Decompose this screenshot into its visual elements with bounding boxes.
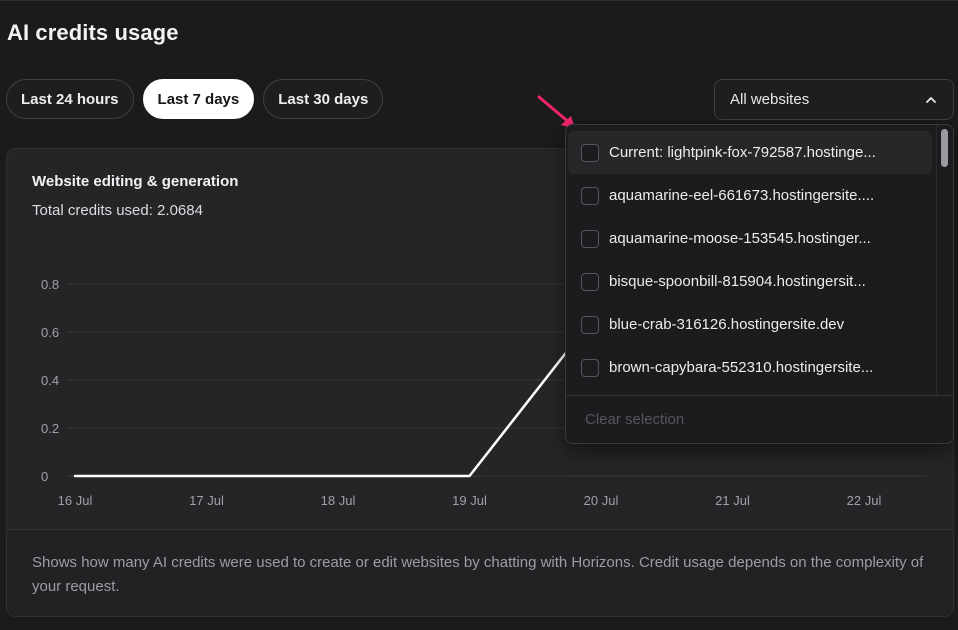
x-tick-label: 17 Jul: [189, 493, 224, 508]
website-option-label: Current: lightpink-fox-792587.hostinge..…: [609, 144, 876, 161]
website-select[interactable]: All websites: [714, 79, 954, 120]
website-option-label: blue-crab-316126.hostingersite.dev: [609, 316, 845, 333]
website-list: Current: lightpink-fox-792587.hostinge..…: [566, 125, 934, 395]
checkbox[interactable]: [581, 358, 599, 377]
x-tick-label: 19 Jul: [452, 493, 487, 508]
period-30d-button[interactable]: Last 30 days: [263, 79, 384, 119]
x-tick-label: 22 Jul: [847, 493, 882, 508]
website-option-label: bisque-spoonbill-815904.hostingersit...: [609, 273, 866, 290]
clear-selection-button[interactable]: Clear selection: [585, 411, 684, 428]
series-line: [73, 306, 603, 478]
card-footer-text: Shows how many AI credits were used to c…: [32, 554, 924, 595]
checkbox[interactable]: [581, 315, 599, 334]
website-select-value: All websites: [730, 91, 810, 108]
checkbox[interactable]: [581, 186, 599, 205]
website-option-label: aquamarine-moose-153545.hostinger...: [609, 230, 871, 247]
checkbox[interactable]: [581, 272, 599, 291]
top-border: [0, 0, 958, 1]
website-option-label: aquamarine-eel-661673.hostingersite....: [609, 187, 875, 204]
website-option[interactable]: bisque-spoonbill-815904.hostingersit...: [566, 260, 934, 303]
x-tick-label: 21 Jul: [715, 493, 750, 508]
website-option[interactable]: brown-capybara-552310.hostingersite...: [566, 346, 934, 389]
y-tick-label: 0.8: [41, 277, 59, 292]
y-tick-label: 0.2: [41, 421, 59, 436]
checkbox[interactable]: [581, 143, 599, 162]
website-option[interactable]: Current: lightpink-fox-792587.hostinge..…: [568, 131, 932, 174]
website-option-label: brown-capybara-552310.hostingersite...: [609, 359, 874, 376]
page-title: AI credits usage: [7, 20, 179, 45]
period-filters: Last 24 hours Last 7 days Last 30 days: [6, 79, 384, 119]
y-tick-label: 0.4: [41, 373, 59, 388]
chevron-up-icon: [926, 96, 936, 103]
y-tick-label: 0: [41, 469, 48, 484]
checkbox[interactable]: [581, 229, 599, 248]
website-option[interactable]: aquamarine-moose-153545.hostinger...: [566, 217, 934, 260]
website-option[interactable]: aquamarine-eel-661673.hostingersite....: [566, 174, 934, 217]
website-dropdown-menu: Current: lightpink-fox-792587.hostinge..…: [565, 124, 954, 444]
period-24h-button[interactable]: Last 24 hours: [6, 79, 134, 119]
dropdown-scrollbar-thumb[interactable]: [941, 129, 948, 167]
card-footer: Shows how many AI credits were used to c…: [7, 529, 953, 616]
website-option[interactable]: blue-crab-316126.hostingersite.dev: [566, 303, 934, 346]
dropdown-divider: [566, 395, 953, 396]
y-tick-label: 0.6: [41, 325, 59, 340]
x-tick-label: 20 Jul: [584, 493, 619, 508]
x-tick-label: 16 Jul: [58, 493, 93, 508]
period-7d-button[interactable]: Last 7 days: [142, 79, 255, 119]
x-tick-label: 18 Jul: [321, 493, 356, 508]
